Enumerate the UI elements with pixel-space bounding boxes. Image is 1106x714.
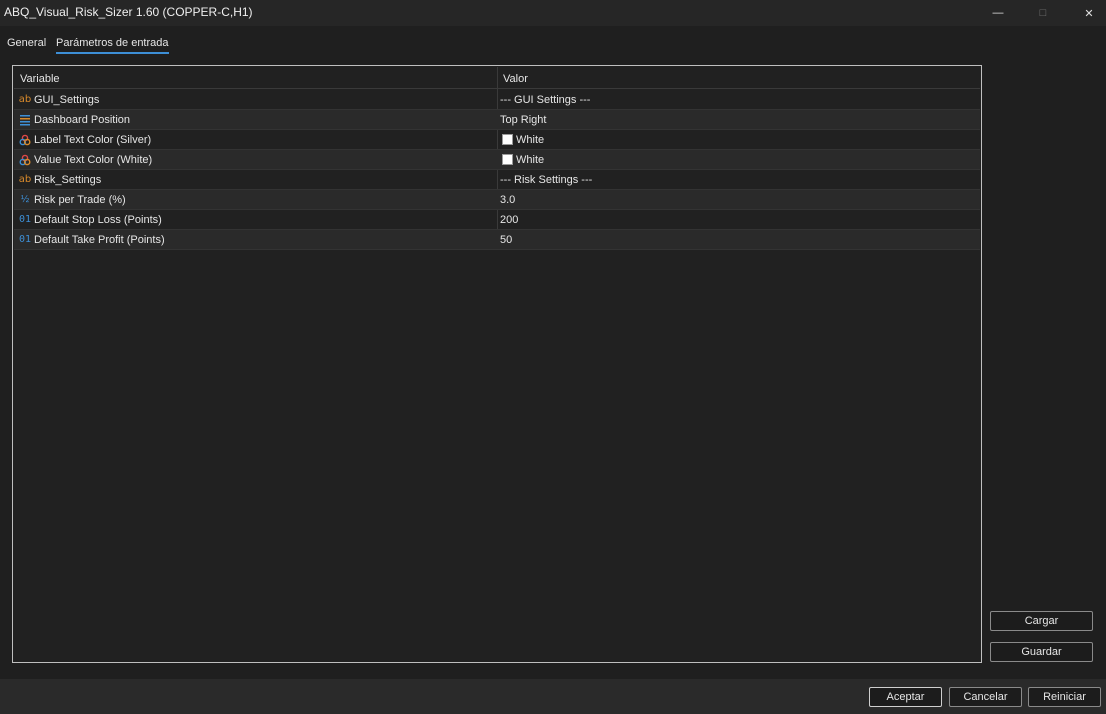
tab-input-parameters[interactable]: Parámetros de entrada	[56, 37, 169, 54]
row-name: Risk per Trade (%)	[34, 194, 126, 206]
minimize-icon: —	[992, 7, 1004, 19]
cancel-button[interactable]: Cancelar	[949, 687, 1022, 707]
table-row[interactable]: ab GUI_Settings --- GUI Settings ---	[14, 90, 980, 110]
enum-icon	[18, 113, 32, 126]
row-value[interactable]: Top Right	[500, 114, 546, 126]
window-title: ABQ_Visual_Risk_Sizer 1.60 (COPPER-C,H1)	[4, 5, 253, 19]
load-button[interactable]: Cargar	[990, 611, 1093, 631]
table-row[interactable]: ab Risk_Settings --- Risk Settings ---	[14, 170, 980, 190]
row-value[interactable]: --- GUI Settings ---	[500, 94, 590, 106]
string-icon: ab	[18, 174, 32, 185]
title-bar: ABQ_Visual_Risk_Sizer 1.60 (COPPER-C,H1)…	[0, 0, 1106, 26]
row-value[interactable]: White	[516, 134, 544, 146]
table-row[interactable]: Value Text Color (White) White	[14, 150, 980, 170]
minimize-button[interactable]: —	[975, 0, 1021, 26]
row-value[interactable]: 3.0	[500, 194, 515, 206]
ok-button[interactable]: Aceptar	[869, 687, 942, 707]
parameters-table: Variable Valor ab GUI_Settings --- GUI S…	[12, 65, 982, 663]
color-swatch	[502, 154, 513, 165]
tab-bar: General Parámetros de entrada	[0, 33, 1106, 55]
table-row[interactable]: 01 Default Stop Loss (Points) 200	[14, 210, 980, 230]
string-icon: ab	[18, 94, 32, 105]
column-header-variable[interactable]: Variable	[20, 73, 60, 85]
row-name: Risk_Settings	[34, 174, 102, 186]
row-name: Default Stop Loss (Points)	[34, 214, 162, 226]
integer-icon: 01	[18, 214, 32, 225]
row-name: Value Text Color (White)	[34, 154, 153, 166]
save-button[interactable]: Guardar	[990, 642, 1093, 662]
row-value[interactable]: --- Risk Settings ---	[500, 174, 592, 186]
integer-icon: 01	[18, 234, 32, 245]
row-name: Label Text Color (Silver)	[34, 134, 152, 146]
row-name: Default Take Profit (Points)	[34, 234, 165, 246]
color-swatch	[502, 134, 513, 145]
close-icon: ✕	[1084, 7, 1094, 20]
row-name: GUI_Settings	[34, 94, 100, 106]
table-row[interactable]: ½ Risk per Trade (%) 3.0	[14, 190, 980, 210]
table-row[interactable]: Label Text Color (Silver) White	[14, 130, 980, 150]
reset-button[interactable]: Reiniciar	[1028, 687, 1101, 707]
maximize-button[interactable]: □	[1020, 0, 1066, 26]
color-icon	[18, 153, 32, 166]
maximize-icon: □	[1039, 7, 1047, 19]
row-value[interactable]: White	[516, 154, 544, 166]
color-icon	[18, 133, 32, 146]
double-icon: ½	[20, 194, 30, 205]
row-name: Dashboard Position	[34, 114, 131, 126]
close-button[interactable]: ✕	[1066, 0, 1106, 26]
row-value[interactable]: 200	[500, 214, 518, 226]
column-header-value[interactable]: Valor	[503, 73, 528, 85]
table-row[interactable]: Dashboard Position Top Right	[14, 110, 980, 130]
tab-general[interactable]: General	[7, 37, 46, 52]
row-value[interactable]: 50	[500, 234, 512, 246]
table-row[interactable]: 01 Default Take Profit (Points) 50	[14, 230, 980, 250]
